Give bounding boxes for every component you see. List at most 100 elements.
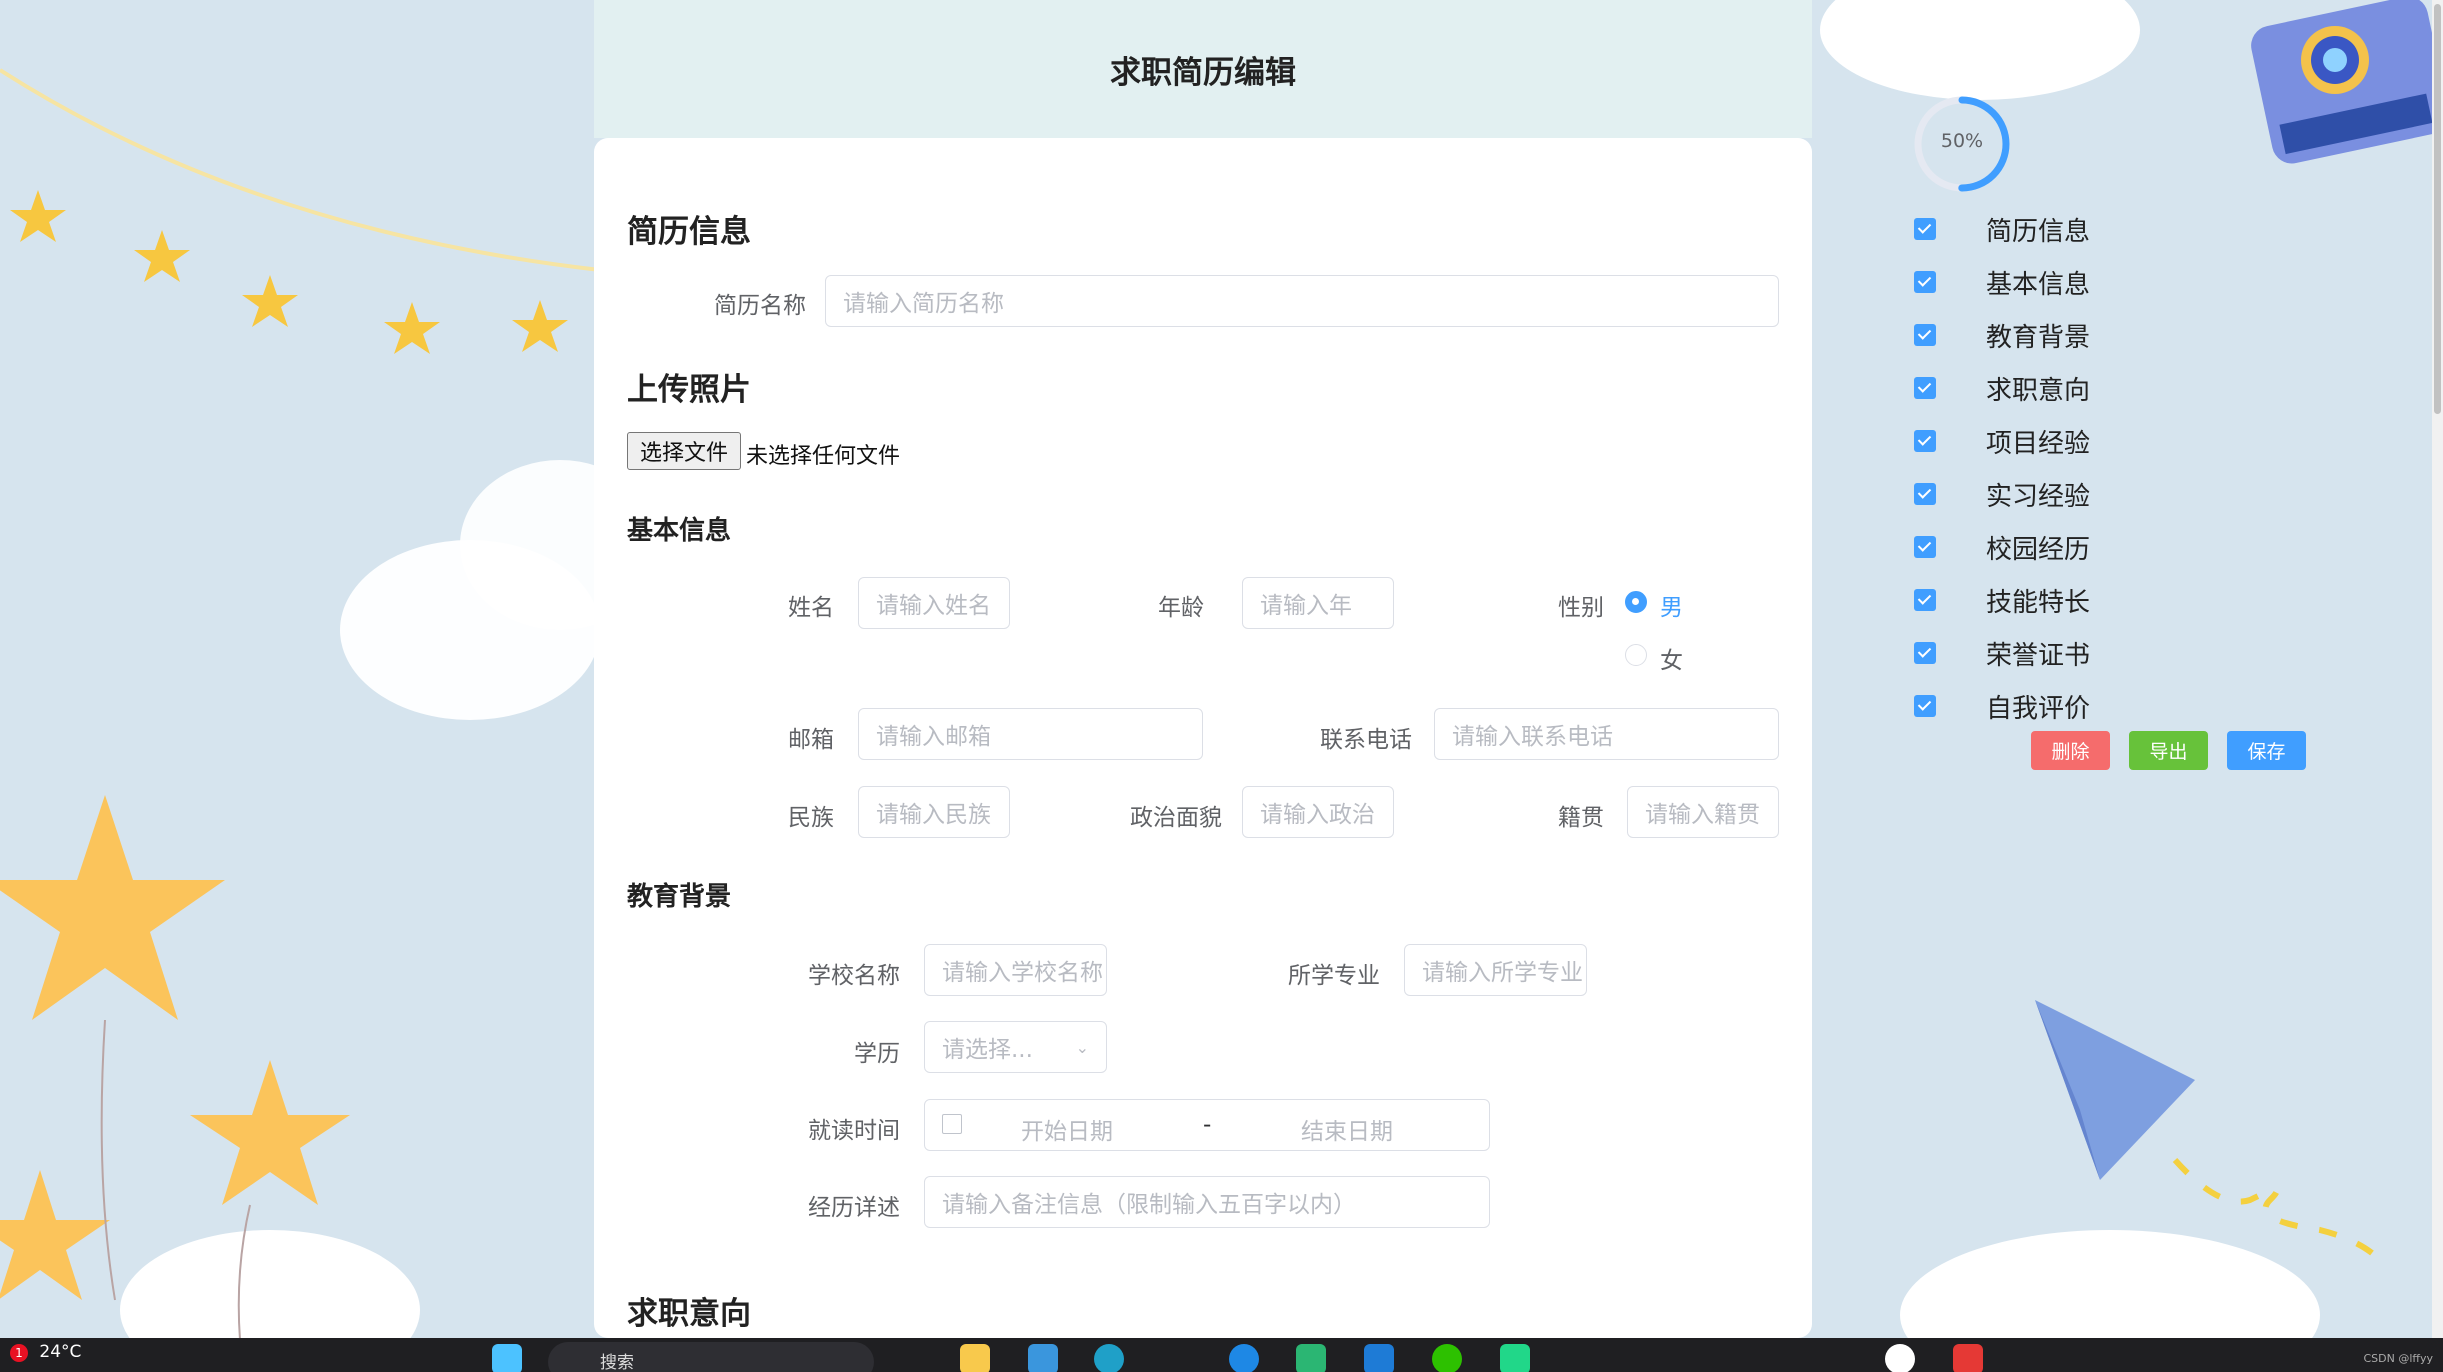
checklist-item-label[interactable]: 自我评价: [1986, 688, 2090, 725]
gender-female-label[interactable]: 女: [1660, 641, 1683, 675]
pycharm-icon[interactable]: [1500, 1344, 1530, 1372]
detail-label: 经历详述: [808, 1195, 900, 1221]
file-explorer-icon[interactable]: [960, 1344, 990, 1372]
choose-file-button[interactable]: 选择文件: [627, 432, 742, 470]
resume-form: 简历信息 简历名称 请输入简历名称 上传照片 选择文件 未选择任何文件 基本信息…: [594, 138, 1812, 1338]
period-label: 就读时间: [808, 1118, 900, 1144]
checklist-item-label[interactable]: 求职意向: [1986, 370, 2090, 407]
gender-male-label[interactable]: 男: [1660, 588, 1683, 622]
no-file-text: 未选择任何文件: [746, 444, 901, 469]
major-input[interactable]: 请输入所学专业: [1404, 944, 1587, 996]
name-label: 姓名: [788, 595, 834, 621]
taskbar-search[interactable]: 搜索: [548, 1342, 874, 1372]
windows-taskbar: 1 24°C 搜索: [0, 1338, 2443, 1372]
qq-icon[interactable]: [1885, 1344, 1915, 1372]
section-title-resume-info: 简历信息: [627, 214, 751, 250]
calendar-icon: [942, 1114, 962, 1134]
delete-button[interactable]: 删除: [2031, 731, 2110, 770]
hometown-input[interactable]: 请输入籍贯: [1627, 786, 1779, 838]
email-input[interactable]: 请输入邮箱: [858, 708, 1203, 760]
section-title-basic: 基本信息: [627, 516, 732, 546]
gender-label: 性别: [1558, 595, 1604, 621]
email-label: 邮箱: [788, 727, 834, 753]
browser-icon[interactable]: [1229, 1344, 1259, 1372]
temperature-text: 24°C: [39, 1342, 82, 1362]
checklist-item[interactable]: 求职意向: [1914, 370, 2090, 407]
degree-label: 学历: [854, 1041, 900, 1067]
checklist-item-label[interactable]: 技能特长: [1986, 582, 2090, 619]
checkbox-checked-icon[interactable]: [1914, 377, 1936, 399]
checkbox-checked-icon[interactable]: [1914, 271, 1936, 293]
gender-male-radio[interactable]: [1625, 591, 1647, 613]
app-red-icon[interactable]: [1953, 1344, 1983, 1372]
save-button[interactable]: 保存: [2227, 731, 2306, 770]
date-range-picker[interactable]: 开始日期 - 结束日期: [924, 1099, 1490, 1151]
checkbox-checked-icon[interactable]: [1914, 695, 1936, 717]
resume-name-input[interactable]: 请输入简历名称: [825, 275, 1779, 327]
detail-textarea[interactable]: 请输入备注信息（限制输入五百字以内）: [924, 1176, 1490, 1228]
checklist-item-label[interactable]: 实习经验: [1986, 476, 2090, 513]
checklist-item[interactable]: 教育背景: [1914, 317, 2090, 354]
page-title: 求职简历编辑: [1110, 54, 1296, 91]
gender-female-radio[interactable]: [1625, 644, 1647, 666]
chevron-down-icon: ⌄: [1075, 1037, 1089, 1057]
watermark: CSDN @lffyy: [2363, 1352, 2433, 1365]
age-input[interactable]: 请输入年: [1242, 577, 1394, 629]
degree-select-value: 请选择...: [942, 1037, 1033, 1063]
name-input[interactable]: 请输入姓名: [858, 577, 1010, 629]
age-label: 年龄: [1158, 595, 1204, 621]
page-header: 求职简历编辑: [594, 0, 1812, 138]
end-date-input[interactable]: 结束日期: [1301, 1112, 1393, 1146]
ethnicity-label: 民族: [788, 805, 834, 831]
school-input[interactable]: 请输入学校名称: [924, 944, 1107, 996]
wechat-icon[interactable]: [1432, 1344, 1462, 1372]
checklist-item[interactable]: 荣誉证书: [1914, 635, 2090, 672]
phone-label: 联系电话: [1320, 727, 1412, 753]
school-label: 学校名称: [808, 963, 900, 989]
scrollbar-thumb[interactable]: [2434, 4, 2441, 414]
ethnicity-input[interactable]: 请输入民族: [858, 786, 1010, 838]
app-icon[interactable]: [1296, 1344, 1326, 1372]
checklist-item[interactable]: 技能特长: [1914, 582, 2090, 619]
section-title-education: 教育背景: [627, 882, 732, 912]
weather-widget[interactable]: 1 24°C: [10, 1342, 81, 1362]
checkbox-checked-icon[interactable]: [1914, 218, 1936, 240]
section-title-job-intent: 求职意向: [627, 1296, 751, 1332]
checkbox-checked-icon[interactable]: [1914, 483, 1936, 505]
edge-icon[interactable]: [1094, 1344, 1124, 1372]
camera-decoration: [2251, 0, 2443, 164]
checklist-item-label[interactable]: 基本信息: [1986, 264, 2090, 301]
checkbox-checked-icon[interactable]: [1914, 536, 1936, 558]
checklist-item[interactable]: 校园经历: [1914, 529, 2090, 566]
store-icon[interactable]: [1028, 1344, 1058, 1372]
political-status-label: 政治面貌: [1130, 805, 1222, 831]
checklist-item-label[interactable]: 校园经历: [1986, 529, 2090, 566]
export-button[interactable]: 导出: [2129, 731, 2208, 770]
notification-badge: 1: [10, 1344, 28, 1362]
resume-name-label: 简历名称: [714, 293, 806, 319]
progress-text: 50%: [1940, 130, 1984, 152]
degree-select[interactable]: 请选择... ⌄: [924, 1021, 1107, 1073]
checkbox-checked-icon[interactable]: [1914, 430, 1936, 452]
taskbar-search-text: 搜索: [600, 1353, 634, 1372]
checklist-item-label[interactable]: 项目经验: [1986, 423, 2090, 460]
checklist-item[interactable]: 自我评价: [1914, 688, 2090, 725]
checklist-item[interactable]: 实习经验: [1914, 476, 2090, 513]
checkbox-checked-icon[interactable]: [1914, 642, 1936, 664]
start-icon[interactable]: [492, 1344, 522, 1372]
checklist-item[interactable]: 简历信息: [1914, 211, 2090, 248]
checklist-item-label[interactable]: 简历信息: [1986, 211, 2090, 248]
phone-input[interactable]: 请输入联系电话: [1434, 708, 1779, 760]
date-range-separator: -: [1203, 1112, 1212, 1138]
political-status-input[interactable]: 请输入政治: [1242, 786, 1394, 838]
checklist-item-label[interactable]: 教育背景: [1986, 317, 2090, 354]
star-garland-decoration: [0, 68, 600, 354]
checkbox-checked-icon[interactable]: [1914, 589, 1936, 611]
checklist-item[interactable]: 项目经验: [1914, 423, 2090, 460]
start-date-input[interactable]: 开始日期: [1021, 1112, 1113, 1146]
checkbox-checked-icon[interactable]: [1914, 324, 1936, 346]
section-title-photo: 上传照片: [627, 372, 751, 408]
vscode-icon[interactable]: [1364, 1344, 1394, 1372]
checklist-item[interactable]: 基本信息: [1914, 264, 2090, 301]
checklist-item-label[interactable]: 荣誉证书: [1986, 635, 2090, 672]
